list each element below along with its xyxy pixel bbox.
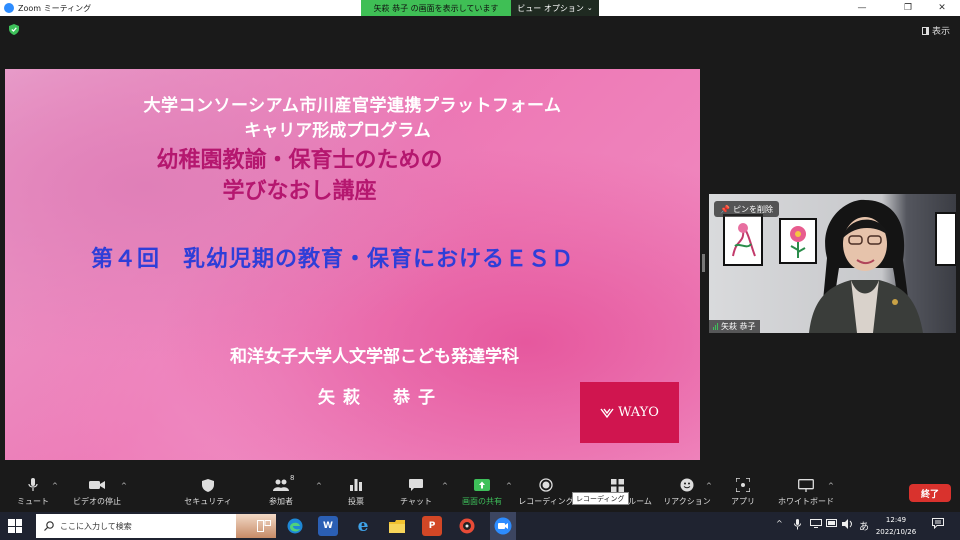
apps-button[interactable]: アプリ [708,476,778,510]
security-button[interactable]: セキュリティ [173,476,243,510]
slide-department: 和洋女子大学人文学部こども発達学科 [230,347,519,367]
wall-picture [935,212,956,266]
windows-taskbar: ここに入力して検索 W e P ^ あ 12:49 2022/10/26 [0,512,960,540]
end-meeting-button[interactable]: 終了 [909,484,951,502]
signal-bars-icon [713,323,718,330]
zoom-app-icon [4,3,14,13]
participants-button[interactable]: 8 参加者 [246,474,316,510]
record-button[interactable]: レコーディング [511,476,581,510]
slide-session-title: 第４回 乳幼児期の教育・保育におけるＥＳＤ [90,247,574,272]
chat-bubble-icon [407,476,425,494]
shared-screen-slide: 大学コンソーシアム市川産官学連携プラットフォーム キャリア形成プログラム 幼稚園… [5,69,700,460]
record-label: レコーディング [518,497,574,506]
tray-expand-icon[interactable]: ^ [776,519,783,528]
wayo-logo-text: WAYO [618,405,659,420]
tray-network-icon[interactable] [810,519,822,530]
display-toggle-button[interactable]: 表示 [921,24,950,37]
windows-start-icon[interactable] [8,519,22,533]
whiteboard-icon [797,476,815,494]
ime-indicator[interactable]: あ [859,518,869,533]
video-options-caret[interactable]: ^ [121,482,127,490]
media-player-icon[interactable] [457,516,477,536]
mute-label: ミュート [17,497,49,506]
pin-icon: 📌 [720,204,730,214]
shield-icon[interactable] [9,24,19,35]
meeting-toolbar: ミュート ^ ビデオの停止 ^ セキュリティ 8 参加者 ^ 投票 チャット ^… [0,472,960,512]
slide-title-line1: 幼稚園教諭・保育士のための [156,148,443,173]
minimize-button[interactable]: — [848,0,876,16]
apps-label: アプリ [731,497,755,506]
slide-title-line2: 学びなおし講座 [222,179,377,204]
file-explorer-icon[interactable] [387,516,407,536]
zoom-window: Zoom ミーティング — ❐ ✕ 矢萩 恭子 の画面を表示しています ビュー … [0,0,960,540]
zoom-taskbar-icon[interactable] [493,516,513,536]
mute-options-caret[interactable]: ^ [52,482,58,490]
taskbar-search-placeholder: ここに入力して検索 [60,521,132,531]
window-title: Zoom ミーティング [18,3,92,13]
participants-count: 8 [290,474,295,482]
clock-date: 2022/10/26 [875,528,917,536]
polls-label: 投票 [348,497,364,506]
recording-tooltip: レコーディング [572,492,629,505]
microphone-icon [24,476,42,494]
reactions-label: リアクション [663,497,711,506]
apps-icon [734,476,752,494]
clock-time: 12:49 [885,516,907,524]
view-options-label: ビュー オプション [517,3,584,13]
participant-name: 矢萩 恭子 [721,322,756,331]
security-label: セキュリティ [184,497,232,506]
smiley-icon [678,476,696,494]
flower-drawing-icon [732,223,756,257]
share-screen-icon [473,476,491,494]
slide-line-program: キャリア形成プログラム [244,121,431,141]
chat-label: チャット [400,497,432,506]
powerpoint-icon[interactable]: P [422,516,442,536]
share-screen-label: 画面の共有 [462,497,502,506]
participants-icon: 8 [272,474,294,494]
search-icon [44,521,54,531]
bar-chart-icon [347,476,365,494]
notification-center-icon[interactable] [932,518,944,531]
stop-video-label: ビデオの停止 [73,497,121,506]
video-camera-icon [88,476,106,494]
chevron-down-icon: ⌄ [586,4,593,12]
taskbar-clock[interactable]: 12:49 2022/10/26 [872,514,920,538]
security-shield-icon [199,476,217,494]
split-resize-handle[interactable] [702,254,705,272]
edge-icon[interactable] [285,516,305,536]
sharing-text: 矢萩 恭子 の画面を表示しています [373,3,499,13]
task-view-icon[interactable] [254,516,274,536]
record-icon [537,476,555,494]
participant-person [809,199,923,333]
slide-line-consortium: 大学コンソーシアム市川産官学連携プラットフォーム [143,96,562,116]
sidebar-toggle-icon [921,26,929,35]
recording-tooltip-text: レコーディング [576,494,625,503]
chat-button[interactable]: チャット [381,476,451,510]
internet-explorer-icon[interactable]: e [353,516,373,536]
end-meeting-label: 終了 [920,489,939,500]
word-icon[interactable]: W [318,516,338,536]
tray-speaker-icon[interactable] [842,519,854,531]
sharing-banner: 矢萩 恭子 の画面を表示しています [361,0,511,16]
participants-label: 参加者 [269,497,293,506]
whiteboard-options-caret[interactable]: ^ [828,482,834,490]
participant-video[interactable]: 📌 ピンを削除 矢萩 恭子 [709,194,956,333]
taskbar-search-box[interactable]: ここに入力して検索 [36,514,276,538]
remove-pin-label: ピンを削除 [732,204,773,214]
tray-microphone-icon[interactable] [794,519,801,532]
participant-name-label: 矢萩 恭子 [709,320,760,333]
close-button[interactable]: ✕ [928,0,956,16]
remove-pin-button[interactable]: 📌 ピンを削除 [714,201,779,217]
whiteboard-label: ホワイトボード [778,497,834,506]
display-label: 表示 [931,27,950,37]
tray-battery-icon[interactable] [826,519,838,529]
wayo-logo: WAYO [580,382,679,443]
maximize-button[interactable]: ❐ [894,0,922,16]
view-options-button[interactable]: ビュー オプション ⌄ [511,0,599,16]
wayo-emblem-icon [600,408,614,418]
wall-picture [723,214,763,266]
